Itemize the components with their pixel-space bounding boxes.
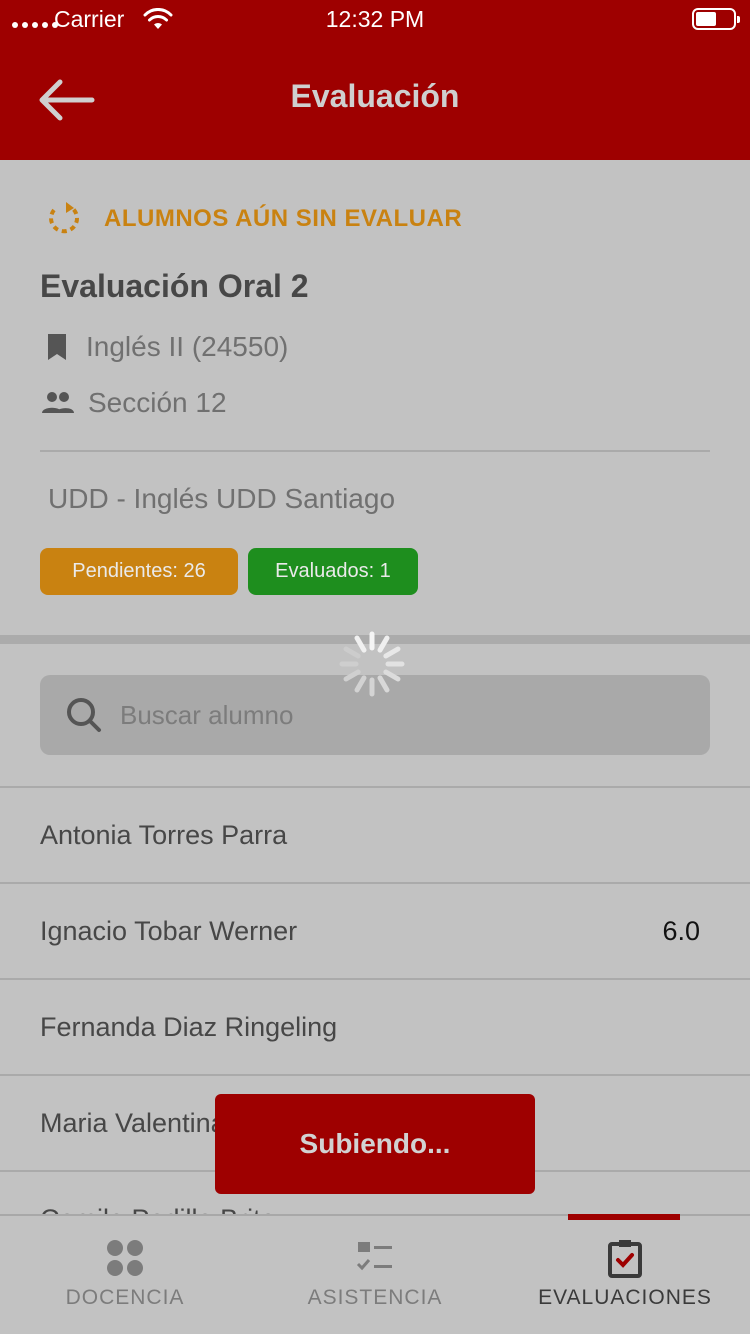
people-icon: [42, 392, 74, 413]
search-icon: [67, 698, 101, 732]
student-name: Fernanda Diaz Ringeling: [40, 1012, 338, 1042]
checklist-icon: [356, 1242, 392, 1271]
bookmark-icon: [48, 334, 66, 360]
status-bar: Carrier 12:32 PM: [0, 0, 750, 40]
grid-icon: [107, 1240, 143, 1276]
divider: [40, 450, 710, 452]
refresh-icon: [49, 202, 80, 234]
student-name: Camilo Padilla Brito: [40, 1204, 276, 1214]
pending-badge[interactable]: Pendientes: 26: [40, 548, 238, 595]
tab-docencia[interactable]: DOCENCIA: [0, 1216, 250, 1334]
evaluation-title: Evaluación Oral 2: [40, 268, 309, 304]
student-grade: 6.0: [662, 916, 700, 946]
course-name: Inglés II (24550): [86, 331, 289, 362]
uploading-toast: Subiendo...: [215, 1094, 535, 1194]
loading-spinner-icon: [339, 631, 405, 697]
clipboard-check-icon: [608, 1240, 642, 1278]
course-row: Inglés II (24550): [40, 330, 288, 364]
tab-asistencia[interactable]: ASISTENCIA: [250, 1216, 500, 1334]
student-row[interactable]: Fernanda Diaz Ringeling: [0, 978, 750, 1074]
page-title: Evaluación: [290, 78, 460, 114]
institution-name: UDD - Inglés UDD Santiago: [48, 483, 396, 514]
student-row[interactable]: Antonia Torres Parra: [0, 786, 750, 882]
status-label: ALUMNOS AÚN SIN EVALUAR: [104, 205, 463, 232]
student-name: Antonia Torres Parra: [40, 820, 288, 850]
nav-bar: Evaluación: [0, 40, 750, 160]
tab-label: EVALUACIONES: [538, 1286, 712, 1309]
student-name: Ignacio Tobar Werner: [40, 916, 298, 946]
battery-icon: [692, 8, 740, 30]
student-row[interactable]: Ignacio Tobar Werner 6.0: [0, 882, 750, 978]
evaluation-summary: ALUMNOS AÚN SIN EVALUAR Evaluación Oral …: [0, 160, 750, 635]
student-name: Maria Valentina: [40, 1108, 226, 1138]
tab-evaluaciones[interactable]: EVALUACIONES: [500, 1216, 750, 1334]
evaluation-status: ALUMNOS AÚN SIN EVALUAR: [44, 198, 462, 240]
tab-label: DOCENCIA: [65, 1286, 185, 1309]
section-name: Sección 12: [88, 387, 227, 418]
evaluated-badge[interactable]: Evaluados: 1: [248, 548, 418, 595]
section-row: Sección 12: [40, 386, 227, 420]
tab-bar: DOCENCIA ASISTENCIA EVALUACIONES: [0, 1214, 750, 1334]
tab-label: ASISTENCIA: [307, 1286, 443, 1309]
clock: 12:32 PM: [325, 6, 425, 32]
